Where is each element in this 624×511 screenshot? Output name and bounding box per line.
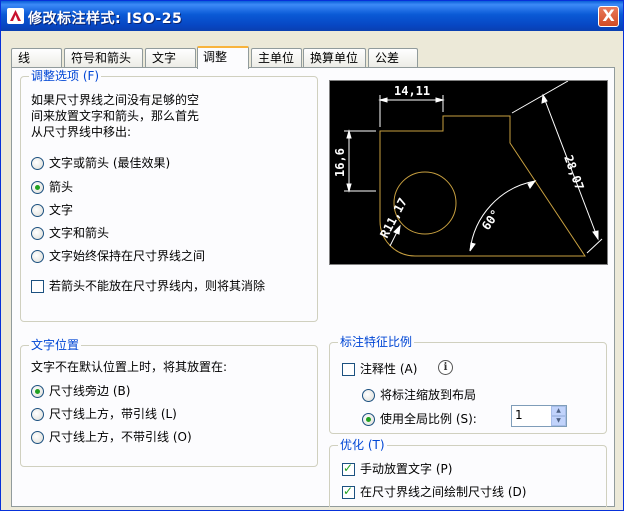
autocad-app-icon [7, 8, 24, 24]
text-placement-legend: 文字位置 [29, 338, 82, 352]
radio-text-or-arrows[interactable] [31, 157, 44, 170]
fit-options-legend: 调整选项 (F) [29, 69, 102, 83]
draw-dim-line-label[interactable]: 在尺寸界线之间绘制尺寸线 (D) [360, 484, 526, 500]
fit-description-line-2: 间来放置文字和箭头，那么首先 [31, 109, 200, 123]
radio-over-with-leader[interactable] [31, 408, 44, 421]
tab-strip: 线 符号和箭头 文字 调整 主单位 换算单位 公差 [11, 46, 615, 69]
radio-scale-to-layout[interactable] [362, 389, 375, 402]
tab-text[interactable]: 文字 [145, 48, 196, 68]
global-scale-input[interactable]: 1 [515, 408, 523, 422]
text-placement-group: 文字位置 文字不在默认位置上时，将其放置在: 尺寸线旁边 (B) 尺寸线上方，带… [20, 338, 318, 467]
radio-beside-dim-line-label[interactable]: 尺寸线旁边 (B) [49, 383, 130, 399]
preview-drawing: 14,11 16,6 28,07 R11,17 60° [333, 80, 603, 257]
radio-text-label[interactable]: 文字 [49, 202, 73, 218]
fit-options-group: 调整选项 (F) 如果尺寸界线之间没有足够的空 间来放置文字和箭头，那么首先 从… [20, 69, 318, 322]
tab-symbols-arrows[interactable]: 符号和箭头 [64, 48, 143, 68]
fit-description-line-1: 如果尺寸界线之间没有足够的空 [31, 93, 200, 107]
global-scale-spinner[interactable]: 1 ▲ ▼ [511, 405, 567, 427]
radio-always-keep-text[interactable] [31, 250, 44, 263]
radio-global-scale-label[interactable]: 使用全局比例 (S): [380, 411, 477, 427]
radio-over-without-leader-label[interactable]: 尺寸线上方，不带引线 (O) [49, 429, 192, 445]
dim-radius-label: R11,17 [377, 196, 410, 241]
dim-angle-label: 60° [479, 207, 503, 233]
fine-tuning-group: 优化 (T) 手动放置文字 (P) 在尺寸界线之间绘制尺寸线 (D) [329, 438, 607, 507]
radio-both-text-and-arrows[interactable] [31, 227, 44, 240]
manual-place-text-checkbox[interactable] [342, 461, 355, 476]
radio-global-scale[interactable] [362, 413, 375, 426]
dim-left-label: 16,6 [333, 148, 347, 177]
window-title: 修改标注样式: ISO-25 [28, 11, 183, 27]
tab-fit[interactable]: 调整 [197, 46, 249, 69]
radio-beside-dim-line[interactable] [31, 385, 44, 398]
radio-arrows-label[interactable]: 箭头 [49, 179, 73, 195]
dialog-window: 修改标注样式: ISO-25 X 线 符号和箭头 文字 调整 主单位 换算单位 … [0, 0, 624, 511]
radio-text-or-arrows-label[interactable]: 文字或箭头 (最佳效果) [49, 155, 170, 171]
radio-over-with-leader-label[interactable]: 尺寸线上方，带引线 (L) [49, 406, 177, 422]
suppress-arrows-label[interactable]: 若箭头不能放在尺寸界线内，则将其消除 [49, 278, 265, 294]
annotative-checkbox[interactable] [342, 363, 355, 376]
suppress-arrows-checkbox[interactable] [31, 280, 44, 293]
manual-place-text-label[interactable]: 手动放置文字 (P) [360, 461, 452, 477]
title-bar[interactable]: 修改标注样式: ISO-25 X [1, 1, 623, 31]
tab-primary-units[interactable]: 主单位 [251, 48, 302, 68]
text-placement-description: 文字不在默认位置上时，将其放置在: [31, 360, 228, 374]
fine-tuning-legend: 优化 (T) [338, 438, 387, 452]
spinner-up-icon[interactable]: ▲ [551, 406, 566, 416]
radio-text[interactable] [31, 204, 44, 217]
scale-legend: 标注特征比例 [338, 335, 415, 349]
annotative-label[interactable]: 注释性 (A) [360, 361, 417, 377]
radio-always-keep-text-label[interactable]: 文字始终保持在尺寸界线之间 [49, 248, 205, 264]
dim-top-label: 14,11 [394, 84, 430, 98]
draw-dim-line-checkbox[interactable] [342, 484, 355, 499]
close-button[interactable]: X [598, 6, 619, 27]
preview-pane: 14,11 16,6 28,07 R11,17 60° [329, 80, 608, 265]
tab-lines[interactable]: 线 [11, 48, 62, 68]
radio-arrows[interactable] [31, 181, 44, 194]
radio-over-without-leader[interactable] [31, 431, 44, 444]
info-icon[interactable]: i [438, 360, 453, 375]
fit-description-line-3: 从尺寸界线中移出: [31, 125, 132, 139]
tab-alternate-units[interactable]: 换算单位 [303, 48, 366, 68]
spinner-down-icon[interactable]: ▼ [551, 416, 566, 426]
tab-panel-fit: 调整选项 (F) 如果尺寸界线之间没有足够的空 间来放置文字和箭头，那么首先 从… [11, 67, 615, 507]
radio-both-label[interactable]: 文字和箭头 [49, 225, 109, 241]
dim-right-label: 28,07 [561, 153, 587, 192]
part-outline [379, 115, 586, 257]
tab-tolerances[interactable]: 公差 [368, 48, 418, 68]
radio-scale-to-layout-label[interactable]: 将标注缩放到布局 [380, 387, 476, 403]
